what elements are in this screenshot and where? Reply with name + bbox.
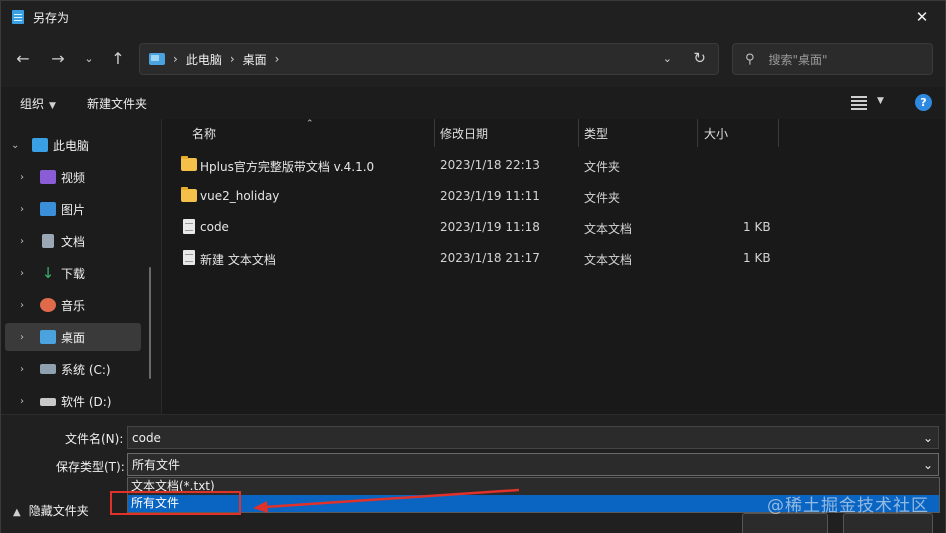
annotation-arrow <box>253 488 520 513</box>
save-as-dialog: 另存为 ✕ ← → ⌄ ↑ › 此电脑 › 桌面 › ⌄ ↻ ⚲ 搜索"桌面" … <box>0 0 946 533</box>
watermark: @稀土掘金技术社区 <box>767 496 929 516</box>
